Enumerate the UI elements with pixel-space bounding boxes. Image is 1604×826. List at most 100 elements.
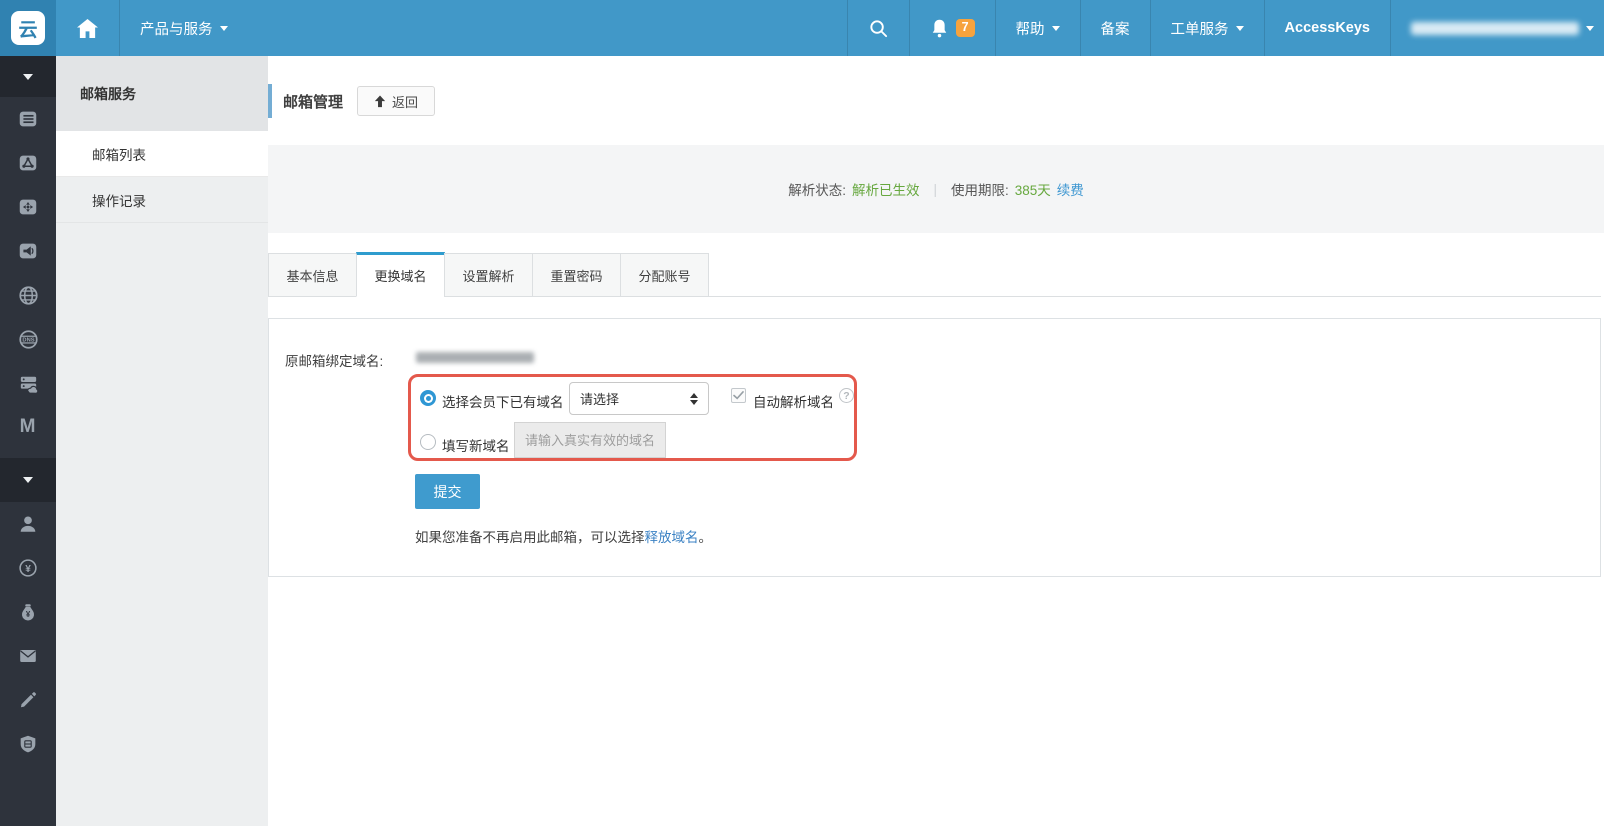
sidebar-item-user[interactable]: [0, 502, 56, 546]
server-cloud-icon: [20, 376, 38, 394]
sidebar-collapse-toggle-top[interactable]: [0, 56, 56, 97]
products-menu[interactable]: 产品与服务: [119, 0, 248, 56]
sidebar-item-security[interactable]: [0, 722, 56, 766]
sidebar-item-m-service[interactable]: M: [0, 405, 56, 449]
auto-resolve-label: 自动解析域名: [753, 395, 834, 410]
home-icon: [77, 18, 98, 38]
back-button[interactable]: 返回: [357, 86, 436, 116]
beian-link[interactable]: 备案: [1079, 0, 1150, 56]
api-share-icon: [19, 155, 37, 171]
check-icon: [733, 391, 744, 400]
sidebar-item-api[interactable]: [0, 141, 56, 185]
help-icon[interactable]: ?: [839, 388, 854, 403]
m-service-icon: M: [19, 416, 37, 437]
tab-basic-info[interactable]: 基本信息: [268, 253, 357, 297]
radio-existing-domain[interactable]: [420, 390, 436, 406]
bell-icon: [932, 19, 946, 37]
status-divider: |: [933, 181, 937, 197]
sidebar-item-dns[interactable]: DNS: [0, 317, 56, 361]
dns-icon: DNS: [18, 329, 38, 349]
topbar: 云 产品与服务 7 帮助 备案 工单服务 AccessKeys: [0, 0, 1604, 56]
sidebar-item-edit[interactable]: [0, 678, 56, 722]
mail-icon: [20, 650, 36, 662]
help-menu[interactable]: 帮助: [994, 0, 1080, 56]
chevron-down-icon: [1051, 25, 1060, 31]
new-domain-input[interactable]: [514, 422, 666, 458]
user-name-redacted: [1411, 21, 1579, 35]
help-menu-label: 帮助: [1015, 21, 1045, 38]
sidebar-item-mail[interactable]: [0, 634, 56, 678]
page-header: 邮箱管理 返回: [268, 84, 436, 118]
chevron-down-icon: [219, 25, 228, 31]
bound-domain-label: 原邮箱绑定域名:: [285, 354, 384, 369]
svg-text:¥: ¥: [26, 610, 31, 619]
user-icon: [20, 516, 36, 532]
accesskeys-link[interactable]: AccessKeys: [1263, 0, 1390, 56]
submenu-sidebar: 邮箱服务 邮箱列表 操作记录: [56, 56, 268, 826]
cloud-logo-icon: 云: [11, 11, 45, 45]
globe-icon: [18, 285, 38, 305]
main-content: 邮箱管理 返回 解析状态: 解析已生效 | 使用期限: 385天 续费 基本信息…: [268, 56, 1604, 826]
chevron-down-icon: [1235, 25, 1244, 31]
select-arrows-icon: [690, 392, 698, 405]
submenu-title: 邮箱服务: [56, 56, 268, 131]
submenu-item-label: 操作记录: [92, 193, 146, 209]
notifications-button[interactable]: 7: [908, 0, 995, 56]
beian-label: 备案: [1100, 21, 1130, 38]
back-button-label: 返回: [392, 94, 419, 110]
notification-badge: 7: [955, 19, 975, 37]
sidebar-item-console-list[interactable]: [0, 97, 56, 141]
sidebar-item-announcement[interactable]: [0, 229, 56, 273]
user-menu[interactable]: [1390, 0, 1604, 56]
topbar-right: 7 帮助 备案 工单服务 AccessKeys: [846, 0, 1604, 56]
release-domain-hint: 如果您准备不再启用此邮箱，可以选择释放域名。: [415, 526, 712, 546]
domain-select-value: 请选择: [580, 392, 620, 407]
resolve-status-value: 解析已生效: [851, 183, 920, 198]
sidebar-item-deploy[interactable]: [0, 185, 56, 229]
usage-period-value: 385天: [1014, 183, 1051, 198]
submenu-item-label: 邮箱列表: [92, 147, 146, 163]
pencil-icon: [20, 692, 36, 708]
domain-select[interactable]: 请选择: [569, 382, 709, 415]
app-shell: DNS M ¥ ¥ 邮箱服务 邮箱列表 操作记录 邮箱管理 返回 解析状态: 解…: [0, 56, 1604, 826]
ticket-service-menu[interactable]: 工单服务: [1149, 0, 1264, 56]
sidebar-item-network[interactable]: [0, 273, 56, 317]
search-button[interactable]: [846, 0, 909, 56]
tab-change-domain[interactable]: 更换域名: [356, 252, 445, 297]
submenu-item-operation-log[interactable]: 操作记录: [56, 177, 268, 223]
change-domain-panel: 原邮箱绑定域名: 选择会员下已有域名 请选择 自动解析域名 ? 填写新域名 请输…: [268, 318, 1601, 577]
chevron-down-icon: [23, 73, 33, 80]
highlight-box: 选择会员下已有域名 请选择 自动解析域名 ? 填写新域名: [408, 374, 857, 461]
renew-link[interactable]: 续费: [1057, 179, 1084, 199]
accesskeys-label: AccessKeys: [1284, 20, 1370, 36]
deploy-cross-icon: [19, 199, 37, 215]
status-bar: 解析状态: 解析已生效 | 使用期限: 385天 续费: [268, 145, 1604, 233]
submit-button[interactable]: 提交: [415, 474, 480, 509]
announcement-icon: [19, 243, 37, 259]
submenu-item-mail-list[interactable]: 邮箱列表: [56, 131, 268, 177]
svg-text:DNS: DNS: [22, 337, 34, 343]
radio-existing-domain-label: 选择会员下已有域名: [442, 395, 564, 410]
chevron-down-icon: [23, 477, 33, 483]
yen-circle-icon: ¥: [19, 559, 37, 577]
sidebar-collapse-toggle-bottom[interactable]: [0, 458, 56, 502]
resolve-status-label: 解析状态:: [788, 183, 846, 198]
products-menu-label: 产品与服务: [140, 21, 213, 38]
bound-domain-redacted: [416, 352, 534, 363]
home-button[interactable]: [56, 0, 119, 56]
console-list-icon: [19, 111, 37, 127]
auto-resolve-checkbox[interactable]: [731, 388, 746, 403]
icon-sidebar: DNS M ¥ ¥: [0, 56, 56, 826]
tab-set-resolution[interactable]: 设置解析: [444, 253, 533, 297]
page-title: 邮箱管理: [283, 93, 344, 111]
sidebar-item-balance[interactable]: ¥: [0, 546, 56, 590]
tab-assign-account[interactable]: 分配账号: [620, 253, 709, 297]
tab-reset-password[interactable]: 重置密码: [532, 253, 621, 297]
sidebar-item-funds[interactable]: ¥: [0, 590, 56, 634]
sidebar-item-server[interactable]: [0, 361, 56, 405]
chevron-down-icon: [1586, 25, 1594, 31]
radio-new-domain[interactable]: [420, 434, 436, 450]
radio-dot: [425, 395, 431, 401]
release-domain-link[interactable]: 释放域名: [645, 530, 699, 545]
brand-logo[interactable]: 云: [0, 0, 56, 56]
